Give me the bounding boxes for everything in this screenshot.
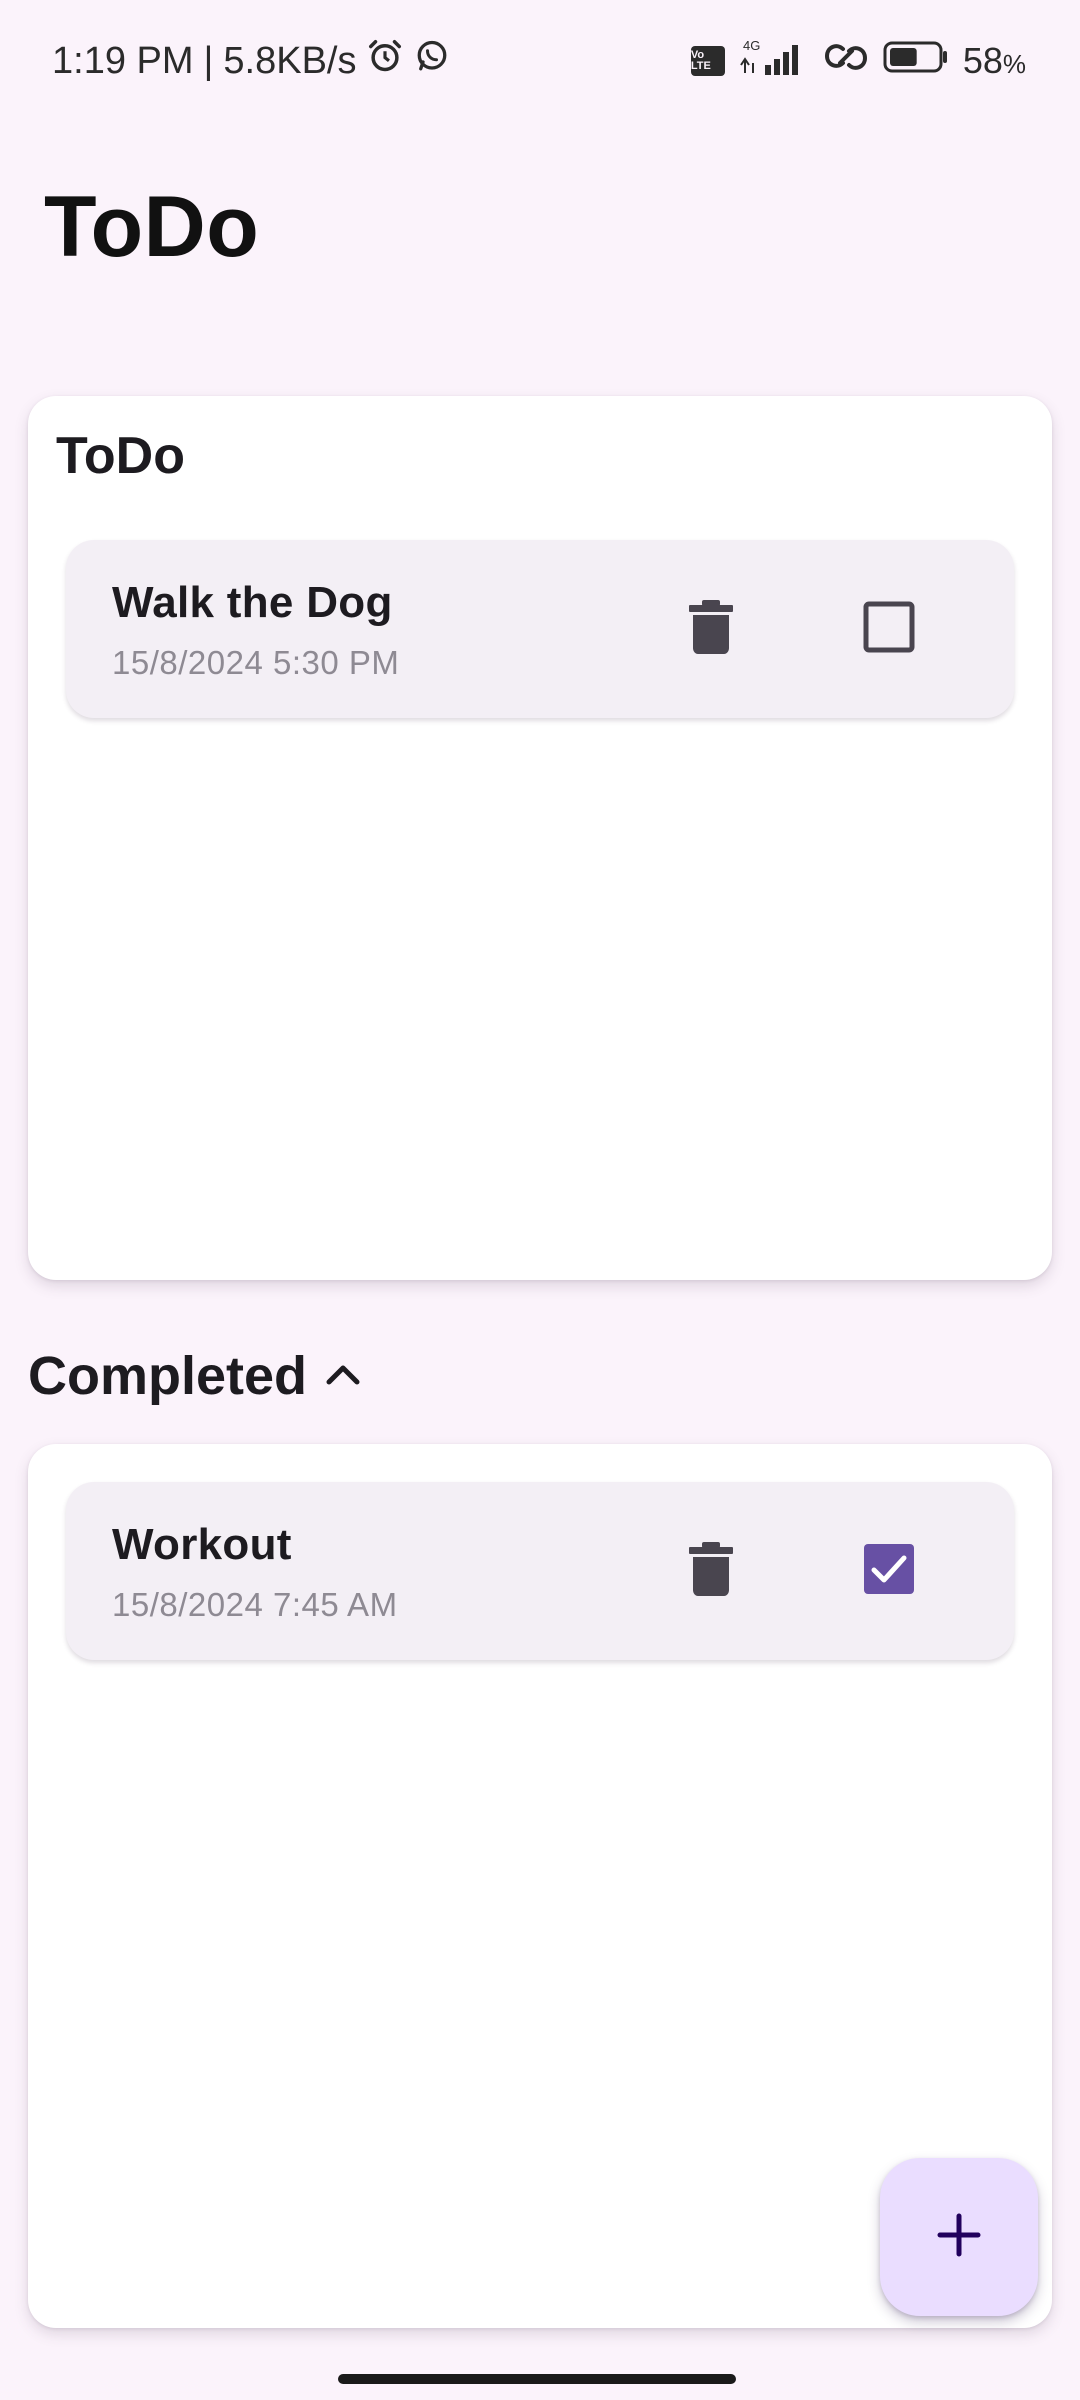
alarm-icon [366,37,404,85]
complete-checkbox[interactable] [844,584,934,674]
add-icon [936,2212,982,2263]
delete-icon [689,599,733,659]
todo-section-heading: ToDo [56,427,185,485]
delete-icon [689,1541,733,1601]
delete-button[interactable] [666,1526,756,1616]
hotspot-icon [823,39,869,84]
page-title: ToDo [44,179,260,275]
status-left: 1:19 PM | 5.8KB/s [52,38,450,84]
signal-icon: 4G [739,37,809,86]
status-network-speed: 5.8KB/s [223,39,357,82]
todo-card: ToDo Walk the Dog 15/8/2024 5:30 PM [28,396,1052,1280]
navigation-gesture-bar[interactable] [338,2374,736,2384]
completed-section-toggle[interactable]: Completed [28,1336,363,1416]
whatsapp-icon [414,38,450,84]
task-title: Walk the Dog [112,578,393,627]
chevron-up-icon [323,1360,363,1393]
task-item[interactable]: Walk the Dog 15/8/2024 5:30 PM [66,540,1014,718]
status-right: Vo LTE 4G 58% [690,37,1026,86]
battery-icon [883,40,949,83]
status-separator: | [203,39,214,82]
network-type-label: 4G [743,38,760,53]
status-bar: 1:19 PM | 5.8KB/s Vo LTE 4G 58% [0,0,1080,120]
checkbox-unchecked-icon [863,601,915,658]
complete-checkbox[interactable] [844,1526,934,1616]
status-time: 1:19 PM [52,39,194,82]
task-datetime: 15/8/2024 7:45 AM [112,1586,398,1623]
task-datetime: 15/8/2024 5:30 PM [112,644,400,681]
volte-icon: Vo LTE [690,46,725,76]
battery-percentage: 58% [962,40,1026,81]
task-item[interactable]: Workout 15/8/2024 7:45 AM [66,1482,1014,1660]
checkbox-checked-icon [863,1543,915,1600]
add-task-button[interactable] [880,2158,1038,2316]
task-title: Workout [112,1520,292,1569]
delete-button[interactable] [666,584,756,674]
completed-section-heading: Completed [28,1346,308,1406]
